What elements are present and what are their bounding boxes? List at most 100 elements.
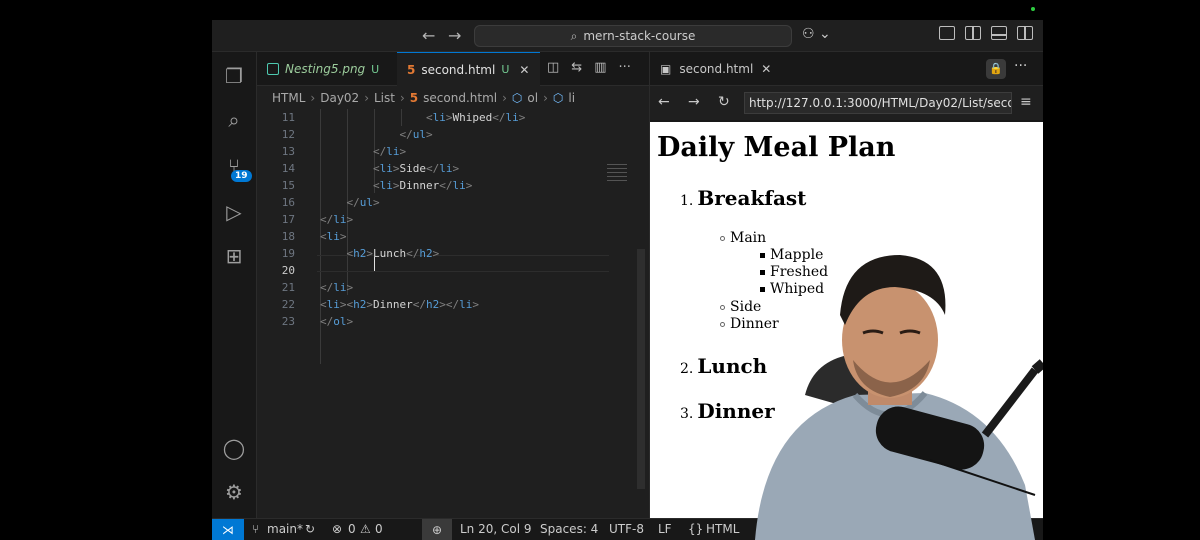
line-number: 18 [281, 230, 295, 243]
forward-arrow-icon[interactable]: → [448, 26, 461, 45]
screen: ← → ⌕ mern-stack-course ⚇ ⌄ ❐ ⌕ ⑂ 19 ▷ ⊞… [0, 0, 1200, 540]
code-line[interactable]: 21 </li> [257, 279, 637, 296]
branch-icon: ⑂ [252, 522, 260, 536]
editor-group: Nesting5.png U 5 second.html U ✕ ◫ ⇆ ▥ ·… [257, 52, 649, 518]
code-line[interactable]: 19 <h2>Lunch</h2> [257, 245, 637, 262]
warning-count[interactable]: 0 [375, 522, 383, 536]
lock-icon[interactable]: 🔒 [986, 59, 1006, 79]
indentation[interactable]: Spaces: 4 [540, 522, 598, 536]
line-number: 15 [281, 179, 295, 192]
code-line[interactable]: 11 <li>Whiped</li> [257, 109, 637, 126]
code-editor[interactable]: 11 <li>Whiped</li> 12 </ul> 13 </li> 14 <li… [257, 109, 649, 509]
code-line[interactable]: 23 </ol> [257, 313, 637, 330]
line-number: 12 [281, 128, 295, 141]
circle-bullet-icon [720, 304, 725, 310]
code-line[interactable]: 13 </li> [257, 143, 637, 160]
url-input[interactable]: http://127.0.0.1:3000/HTML/Day02/List/se… [744, 92, 1012, 114]
back-arrow-icon[interactable]: ← [658, 94, 670, 110]
reload-icon[interactable]: ↻ [718, 94, 730, 110]
more-actions-icon[interactable]: ··· [1014, 58, 1027, 74]
tab-nesting5-png[interactable]: Nesting5.png U [257, 52, 397, 86]
code-line[interactable]: 16 </ul> [257, 194, 637, 211]
search-icon[interactable]: ⌕ [222, 108, 246, 132]
breadcrumb-item[interactable]: li [568, 91, 575, 105]
menu-icon[interactable]: ≡ [1020, 94, 1032, 110]
code-line[interactable]: 15 <li>Dinner</li> [257, 177, 637, 194]
breadcrumb-item[interactable]: second.html [423, 91, 497, 105]
circle-bullet-icon [720, 321, 725, 327]
image-file-icon [267, 63, 279, 75]
element-symbol-icon: ⬡ [552, 91, 564, 105]
code-line[interactable]: 22 <li><h2>Dinner</h2></li> [257, 296, 637, 313]
error-icon: ⊗ [332, 522, 343, 536]
customize-layout-icon[interactable] [939, 26, 955, 40]
zoom-icon[interactable]: ⊕ [422, 519, 452, 540]
code-line[interactable]: 14 <li>Side</li> [257, 160, 637, 177]
code-line[interactable]: 20 [257, 262, 637, 279]
cursor-position[interactable]: Ln 20, Col 9 [460, 522, 532, 536]
line-number: 14 [281, 162, 295, 175]
breadcrumb-item[interactable]: Day02 [320, 91, 359, 105]
split-editor-icon[interactable]: ▥ [594, 60, 606, 75]
vertical-scrollbar[interactable] [637, 249, 645, 489]
breadcrumb-item[interactable]: ol [527, 91, 538, 105]
encoding[interactable]: UTF-8 [609, 522, 644, 536]
run-debug-icon[interactable]: ▷ [222, 200, 246, 224]
remote-indicator-icon[interactable]: ⋊ [212, 519, 244, 540]
sync-icon[interactable]: ↻ [305, 522, 315, 536]
list-item: Main [720, 230, 766, 246]
editor-actions: ◫ ⇆ ▥ ··· [547, 60, 631, 75]
line-number: 20 [281, 264, 295, 277]
toggle-primary-sidebar-icon[interactable] [965, 26, 981, 40]
code-text: <li><h2>Dinner</h2></li> [320, 298, 479, 311]
settings-gear-icon[interactable]: ⚙ [222, 480, 246, 504]
list-number: 1. [680, 193, 694, 209]
code-line[interactable]: 17 </li> [257, 211, 637, 228]
search-icon: ⌕ [570, 28, 578, 43]
command-center-search[interactable]: ⌕ mern-stack-course [474, 25, 792, 47]
branch-name[interactable]: main* [267, 522, 303, 536]
editor-tabs: Nesting5.png U 5 second.html U ✕ ◫ ⇆ ▥ ·… [257, 52, 649, 86]
line-number: 11 [281, 111, 295, 124]
toggle-secondary-sidebar-icon[interactable] [1017, 26, 1033, 40]
activity-bar: ❐ ⌕ ⑂ 19 ▷ ⊞ ◯ ⚙ [212, 52, 257, 518]
more-actions-icon[interactable]: ··· [619, 60, 631, 75]
account-icon[interactable]: ◯ [222, 436, 246, 460]
toggle-panel-icon[interactable] [991, 26, 1007, 40]
page-heading: Daily Meal Plan [657, 132, 896, 163]
code-line[interactable]: 12 </ul> [257, 126, 637, 143]
element-symbol-icon: ⬡ [511, 91, 523, 105]
copilot-icon[interactable]: ⚇ ⌄ [802, 26, 831, 42]
breadcrumb-item[interactable]: List [374, 91, 395, 105]
code-text: <li> [320, 230, 347, 243]
line-number: 19 [281, 247, 295, 260]
open-preview-icon[interactable]: ◫ [547, 60, 559, 75]
browser-url-bar: ← → ↻ http://127.0.0.1:3000/HTML/Day02/L… [650, 86, 1043, 120]
close-icon[interactable]: ✕ [761, 62, 771, 76]
chevron-right-icon: › [310, 91, 316, 105]
forward-arrow-icon[interactable]: → [688, 94, 700, 110]
code-text: <li>Whiped</li> [425, 111, 526, 124]
code-line[interactable]: 18 <li> [257, 228, 637, 245]
minimap[interactable] [607, 164, 627, 184]
breadcrumb-item[interactable]: HTML [272, 91, 305, 105]
line-endings[interactable]: LF [658, 522, 672, 536]
letterbox-right [1043, 0, 1200, 540]
ordered-list-item: 1. Breakfast [680, 186, 806, 210]
browser-tab[interactable]: ▣ second.html ✕ [660, 52, 771, 86]
html-file-icon: 5 [407, 62, 416, 77]
extensions-icon[interactable]: ⊞ [222, 244, 246, 268]
compare-icon[interactable]: ⇆ [571, 60, 582, 75]
explorer-icon[interactable]: ❐ [222, 64, 246, 88]
code-text: </li> [320, 213, 354, 226]
error-count[interactable]: 0 [348, 522, 356, 536]
line-number: 22 [281, 298, 295, 311]
code-text: </ul> [399, 128, 433, 141]
close-icon[interactable]: ✕ [519, 63, 529, 77]
browser-page-icon: ▣ [660, 62, 672, 76]
code-text: </ol> [320, 315, 354, 328]
tab-second-html[interactable]: 5 second.html U ✕ [397, 52, 540, 86]
back-arrow-icon[interactable]: ← [422, 26, 435, 45]
chevron-right-icon: › [502, 91, 507, 105]
code-text: <h2>Lunch</h2> [346, 247, 440, 260]
